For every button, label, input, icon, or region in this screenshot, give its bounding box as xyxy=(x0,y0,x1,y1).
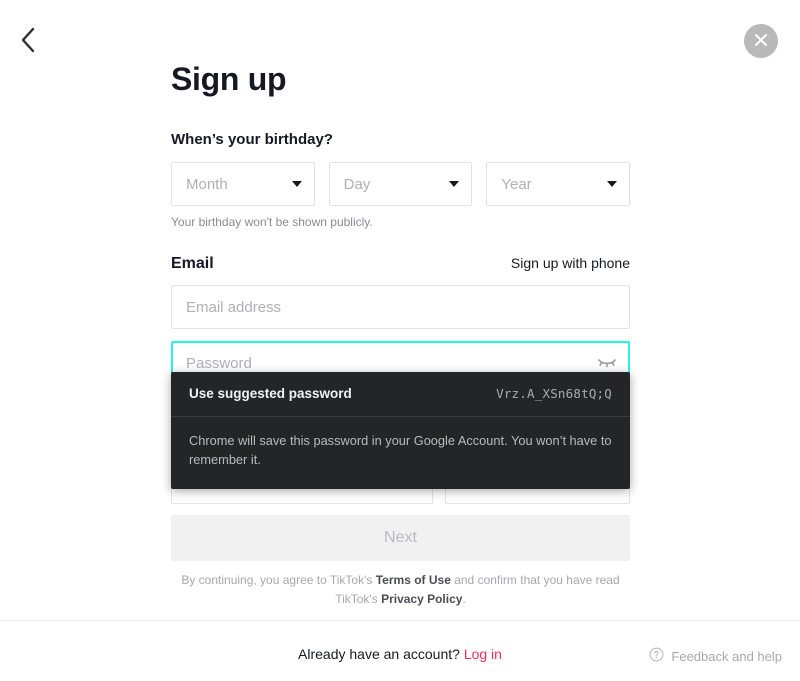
close-button[interactable] xyxy=(744,24,778,58)
email-field-wrapper xyxy=(171,285,630,330)
close-icon xyxy=(752,31,770,52)
eye-off-icon xyxy=(597,355,617,372)
month-select-value: Month xyxy=(186,175,228,193)
email-input[interactable] xyxy=(171,285,630,330)
chevron-left-icon xyxy=(20,27,36,53)
login-link[interactable]: Log in xyxy=(464,646,502,662)
birthday-label: When’s your birthday? xyxy=(171,131,333,149)
next-button[interactable]: Next xyxy=(171,515,630,561)
account-prompt-text: Already have an account? xyxy=(298,646,460,662)
birthday-selectors: Month Day Year xyxy=(171,162,631,207)
chevron-down-icon xyxy=(291,181,302,188)
signup-page: Sign up When’s your birthday? Month Day … xyxy=(0,0,800,681)
day-select-value: Day xyxy=(343,175,371,193)
back-button[interactable] xyxy=(12,24,44,56)
legal-text-part3: . xyxy=(462,591,466,606)
feedback-and-help-button[interactable]: Feedback and help xyxy=(649,647,782,665)
legal-text-part1: By continuing, you agree to TikTok's xyxy=(181,573,376,587)
birthday-privacy-hint: Your birthday won't be shown publicly. xyxy=(171,215,373,230)
signup-form: Sign up When’s your birthday? Month Day … xyxy=(171,0,631,386)
use-suggested-password-option[interactable]: Use suggested password Vrz.A_XSn68tQ;Q xyxy=(171,372,630,417)
password-save-description: Chrome will save this password in your G… xyxy=(189,433,612,467)
chevron-down-icon xyxy=(449,181,460,188)
page-title: Sign up xyxy=(171,61,287,97)
question-circle-icon xyxy=(649,647,664,665)
bottom-bar: Already have an account? Log in Feedback… xyxy=(0,620,800,681)
email-section-header: Email Sign up with phone xyxy=(171,255,630,273)
legal-disclaimer: By continuing, you agree to TikTok's Ter… xyxy=(171,571,630,608)
terms-of-use-link[interactable]: Terms of Use xyxy=(376,573,451,587)
year-select[interactable]: Year xyxy=(486,162,631,207)
chevron-down-icon xyxy=(607,181,618,188)
signup-with-phone-link[interactable]: Sign up with phone xyxy=(511,255,630,271)
day-select[interactable]: Day xyxy=(328,162,473,207)
use-suggested-password-label: Use suggested password xyxy=(189,386,352,401)
month-select[interactable]: Month xyxy=(171,162,315,207)
privacy-policy-link[interactable]: Privacy Policy xyxy=(381,592,462,606)
chrome-password-suggestion-popup: Use suggested password Vrz.A_XSn68tQ;Q C… xyxy=(171,372,630,490)
email-label: Email xyxy=(171,255,214,273)
suggested-password-value: Vrz.A_XSn68tQ;Q xyxy=(496,386,612,401)
feedback-and-help-label: Feedback and help xyxy=(671,648,782,664)
year-select-value: Year xyxy=(501,175,532,193)
